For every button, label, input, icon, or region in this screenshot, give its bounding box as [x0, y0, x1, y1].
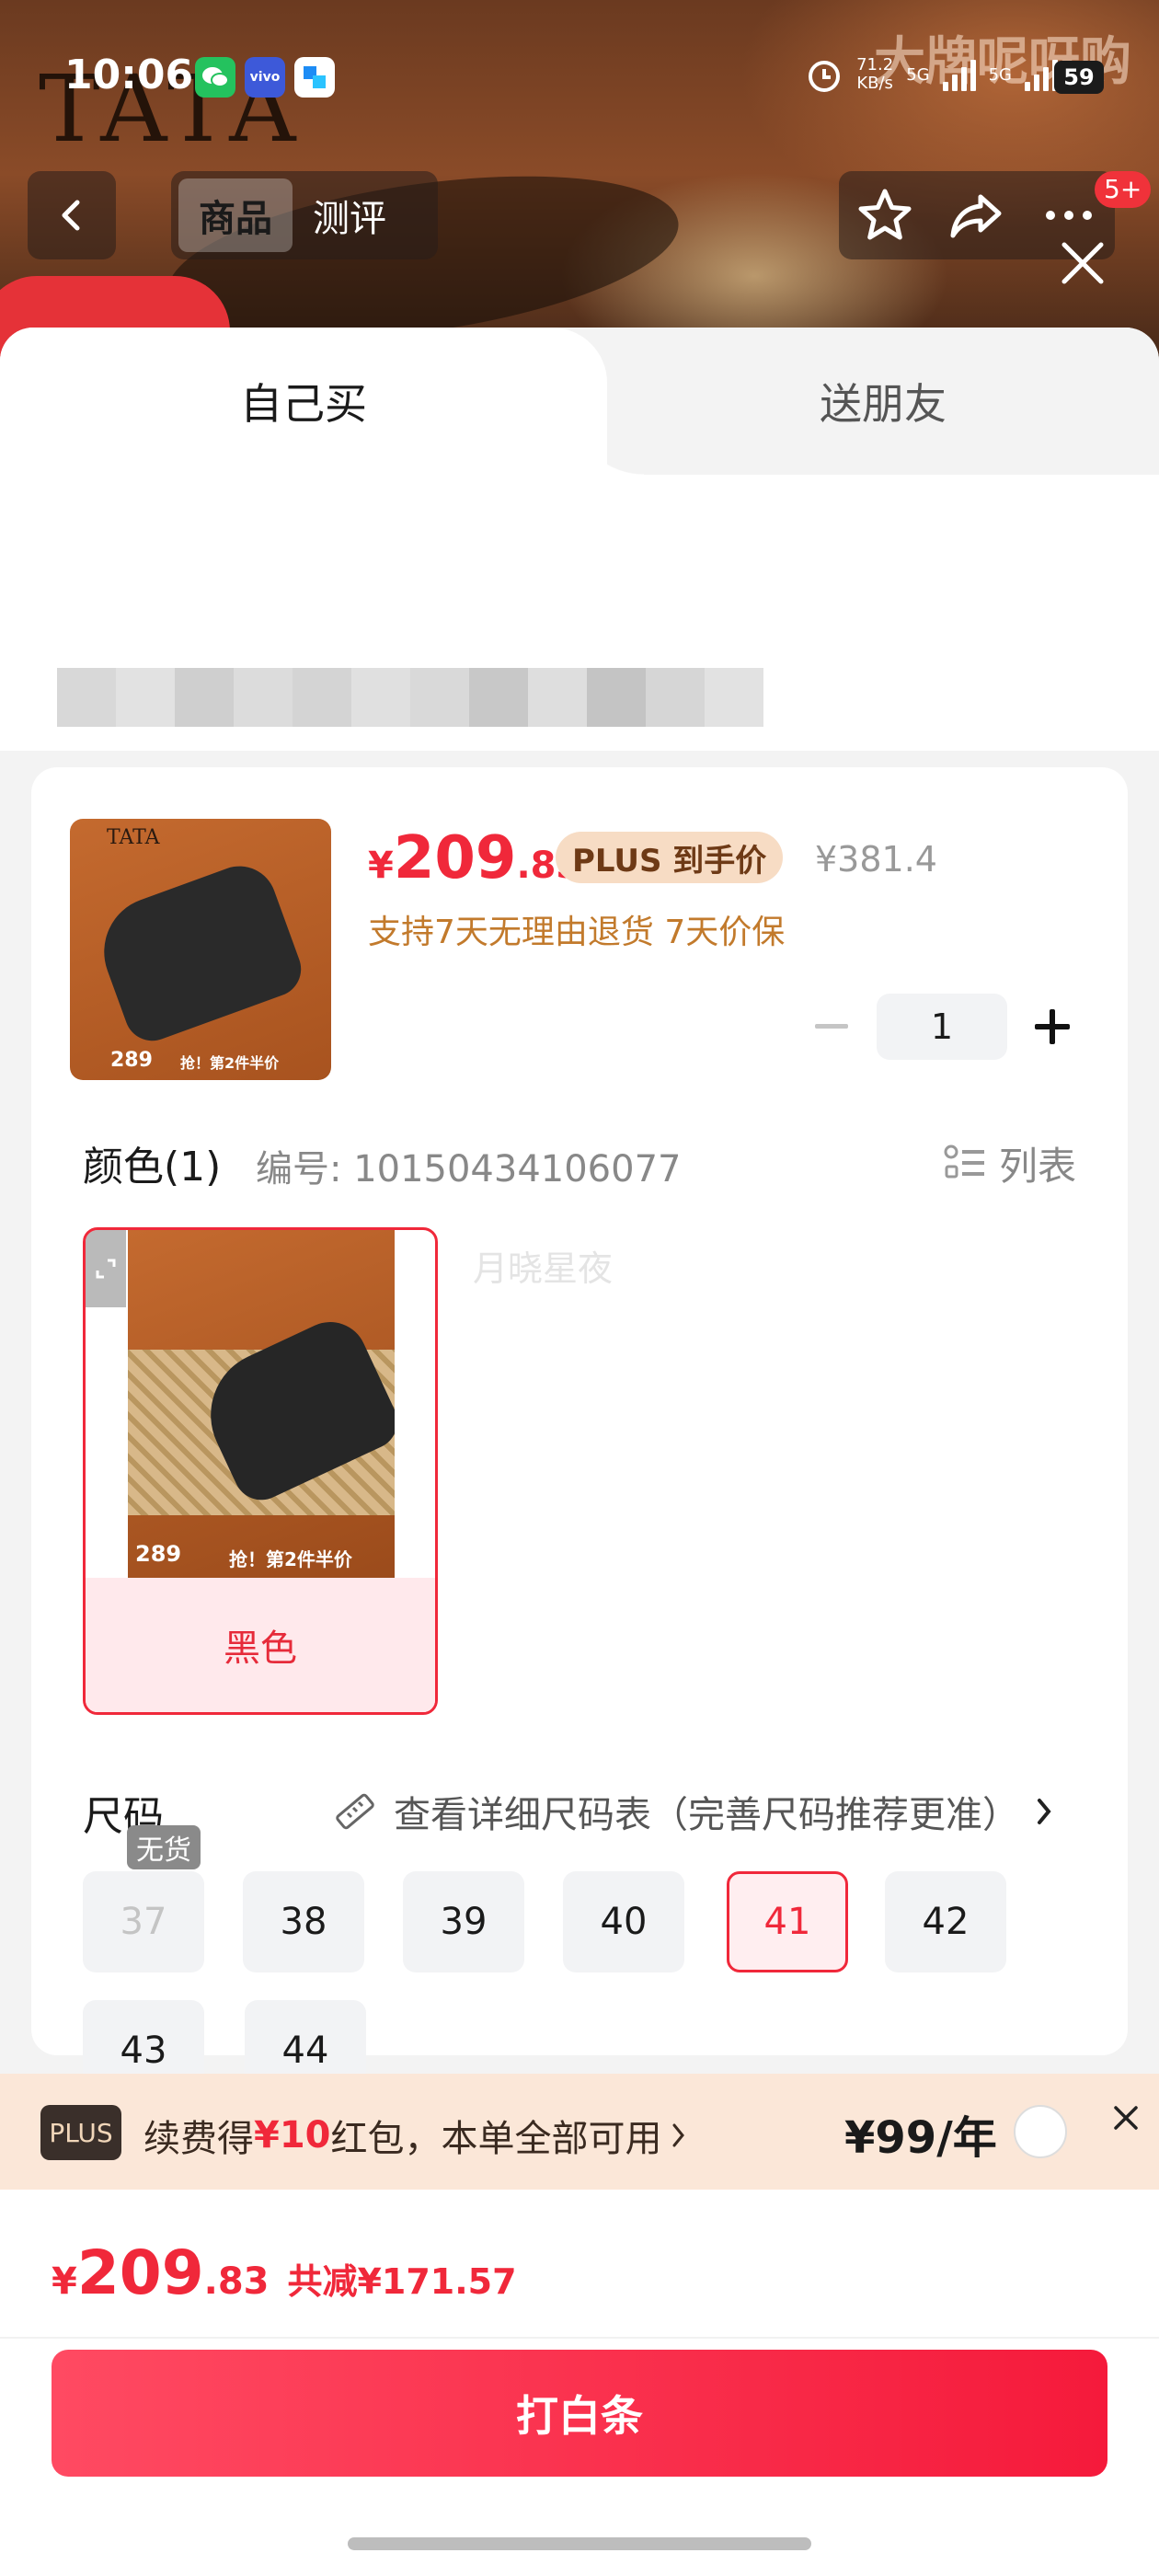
- plus-offer-link[interactable]: 续费得 ¥10 红包，本单全部可用: [143, 2109, 688, 2162]
- user-watermark: 月晓星夜: [473, 1248, 614, 1289]
- price-integer: 209: [393, 824, 517, 892]
- wechat-icon: [195, 57, 235, 98]
- product-price: ¥ 209 .83: [368, 824, 581, 892]
- photo-promo: 抢！第2件半价: [229, 1548, 352, 1570]
- chevron-left-icon: [62, 200, 80, 231]
- sku-selection-card: TATA 289 抢！第2件半价 ¥ 209 .83 PLUS 到手价 ¥381…: [31, 767, 1128, 2101]
- total-decimal: .83: [203, 2260, 270, 2303]
- plus-offer-amount: ¥10: [254, 2114, 331, 2156]
- network-type-2: 5G: [988, 64, 1012, 85]
- size-guide-label: 查看详细尺码表（完善尺码推荐更准）: [394, 1794, 1019, 1836]
- tab-buy-for-self[interactable]: 自己买: [0, 328, 644, 475]
- share-icon[interactable]: [947, 186, 1006, 245]
- divider: [0, 2337, 1159, 2339]
- network-type-1: 5G: [906, 64, 930, 85]
- color-option-image: 289 抢！第2件半价: [128, 1230, 395, 1580]
- product-thumbnail[interactable]: TATA 289 抢！第2件半价: [70, 819, 331, 1080]
- quantity-decrease-button[interactable]: [804, 999, 859, 1054]
- service-guarantee: 支持7天无理由退货 7天价保: [368, 914, 786, 951]
- size-chip-39[interactable]: 39: [403, 1871, 524, 1972]
- color-section-title: 颜色(1): [83, 1144, 222, 1190]
- plus-icon: [1035, 1009, 1070, 1044]
- plus-offer-suffix: 红包，本单全部可用: [330, 2118, 662, 2160]
- size-chip-40[interactable]: 40: [563, 1871, 684, 1972]
- list-toggle-label: 列表: [998, 1144, 1076, 1189]
- star-icon[interactable]: [855, 186, 914, 245]
- size-guide-link[interactable]: 查看详细尺码表（完善尺码推荐更准）: [331, 1785, 1054, 1838]
- status-bar: 10:06 vivo 71.2 KB/s 5G 5G 59: [0, 46, 1159, 110]
- plus-badge: PLUS: [40, 2105, 121, 2160]
- close-sheet-button[interactable]: [1053, 234, 1112, 293]
- vivo-icon: vivo: [245, 57, 285, 98]
- close-icon: [1061, 242, 1104, 284]
- status-notification-icons: vivo: [195, 57, 335, 98]
- tab-send-to-friend[interactable]: 送朋友: [607, 328, 1159, 475]
- notification-badge: 5+: [1095, 171, 1152, 208]
- ruler-icon: [336, 1793, 374, 1830]
- price-currency: ¥: [368, 845, 394, 887]
- tab-product[interactable]: 商品: [178, 178, 293, 252]
- expand-image-button[interactable]: [86, 1230, 126, 1307]
- chevron-right-icon: [672, 2123, 684, 2147]
- signal-2-icon: [1025, 58, 1058, 91]
- plus-annual-fee: ¥99/年: [844, 2112, 997, 2164]
- close-icon: [1114, 2106, 1138, 2130]
- quantity-increase-button[interactable]: [1025, 999, 1080, 1054]
- expand-icon: [96, 1259, 116, 1279]
- plus-opt-in-radio[interactable]: [1014, 2105, 1067, 2158]
- total-price: ¥ 209 .83 共减¥171.57: [52, 2237, 517, 2308]
- plus-price-tag: PLUS 到手价: [556, 832, 784, 883]
- address-blur-row: [57, 668, 763, 727]
- size-chip-38[interactable]: 38: [243, 1871, 364, 1972]
- signal-1-icon: [942, 58, 976, 91]
- color-option-black[interactable]: 289 抢！第2件半价 黑色: [83, 1227, 438, 1715]
- status-time: 10:06: [64, 52, 194, 98]
- network-speed: 71.2 KB/s: [856, 55, 894, 93]
- alarm-icon: [809, 61, 841, 92]
- quantity-input[interactable]: 1: [877, 994, 1007, 1060]
- plus-banner-close-button[interactable]: [1100, 2092, 1152, 2144]
- thumb-price: 289: [110, 1049, 153, 1072]
- status-indicators: 71.2 KB/s 5G 5G: [805, 55, 1058, 94]
- home-indicator[interactable]: [348, 2537, 811, 2550]
- page-tabs: 商品 测评: [171, 171, 438, 259]
- photo-price: 289: [135, 1541, 182, 1567]
- address-section-blurred[interactable]: [0, 475, 1159, 751]
- checkout-footer: ¥ 209 .83 共减¥171.57 打白条: [0, 2190, 1159, 2576]
- thumb-promo: 抢！第2件半价: [180, 1054, 280, 1072]
- original-price: ¥381.4: [815, 839, 937, 880]
- sku-number: 编号: 10150434106077: [256, 1148, 682, 1190]
- size-chip-41[interactable]: 41: [727, 1871, 848, 1972]
- total-currency: ¥: [52, 2260, 77, 2303]
- tab-reviews[interactable]: 测评: [293, 178, 407, 252]
- pay-with-baitiao-button[interactable]: 打白条: [52, 2350, 1107, 2477]
- thumb-brand: TATA: [107, 826, 160, 849]
- list-icon: [944, 1144, 984, 1178]
- battery-indicator: 59: [1054, 61, 1104, 94]
- total-savings: 共减¥171.57: [287, 2261, 517, 2302]
- back-button[interactable]: [28, 171, 116, 259]
- plus-offer-prefix: 续费得: [143, 2118, 254, 2160]
- chevron-right-icon: [1038, 1799, 1051, 1824]
- color-option-label: 黑色: [86, 1578, 435, 1712]
- plus-membership-banner: PLUS 续费得 ¥10 红包，本单全部可用 ¥99/年: [0, 2074, 1159, 2190]
- total-integer: 209: [76, 2237, 204, 2308]
- out-of-stock-badge: 无货: [127, 1825, 201, 1869]
- shoe-image: [88, 856, 309, 1049]
- buy-mode-tabs: 自己买 送朋友: [0, 328, 1159, 475]
- list-view-toggle[interactable]: 列表: [944, 1135, 1076, 1191]
- size-chip-42[interactable]: 42: [885, 1871, 1006, 1972]
- app-icon: [294, 57, 335, 98]
- quantity-stepper: 1: [804, 994, 1080, 1060]
- size-chip-37[interactable]: 37: [83, 1871, 204, 1972]
